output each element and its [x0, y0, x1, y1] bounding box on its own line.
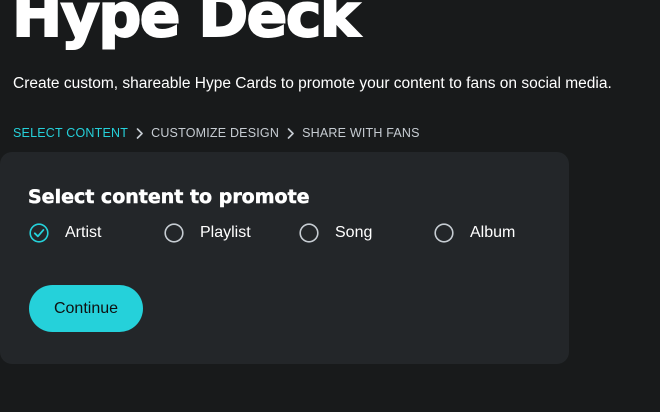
continue-button[interactable]: Continue [29, 285, 143, 332]
breadcrumb-step-select-content[interactable]: SELECT CONTENT [13, 126, 128, 140]
breadcrumb-step-customize-design[interactable]: CUSTOMIZE DESIGN [151, 126, 279, 140]
check-circle-icon[interactable] [29, 223, 49, 243]
breadcrumb: SELECT CONTENT CUSTOMIZE DESIGN SHARE WI… [13, 124, 420, 142]
radio-circle-icon[interactable] [434, 223, 454, 243]
card-heading: Select content to promote [28, 186, 310, 209]
option-label: Album [470, 224, 516, 241]
content-selection-card: Select content to promote Artist Playlis… [0, 152, 569, 364]
page-subtitle: Create custom, shareable Hype Cards to p… [13, 75, 612, 92]
radio-circle-icon[interactable] [164, 223, 184, 243]
chevron-right-icon [284, 126, 298, 140]
chevron-right-icon [133, 126, 147, 140]
option-playlist[interactable]: Playlist [164, 222, 251, 244]
radio-circle-icon[interactable] [299, 223, 319, 243]
option-album[interactable]: Album [434, 222, 515, 244]
option-label: Playlist [200, 224, 251, 241]
breadcrumb-step-share-with-fans[interactable]: SHARE WITH FANS [302, 126, 420, 140]
option-label: Artist [65, 224, 102, 241]
option-label: Song [335, 224, 373, 241]
option-song[interactable]: Song [299, 222, 372, 244]
option-artist[interactable]: Artist [29, 222, 101, 244]
page-title: Hype Deck [11, 0, 361, 51]
